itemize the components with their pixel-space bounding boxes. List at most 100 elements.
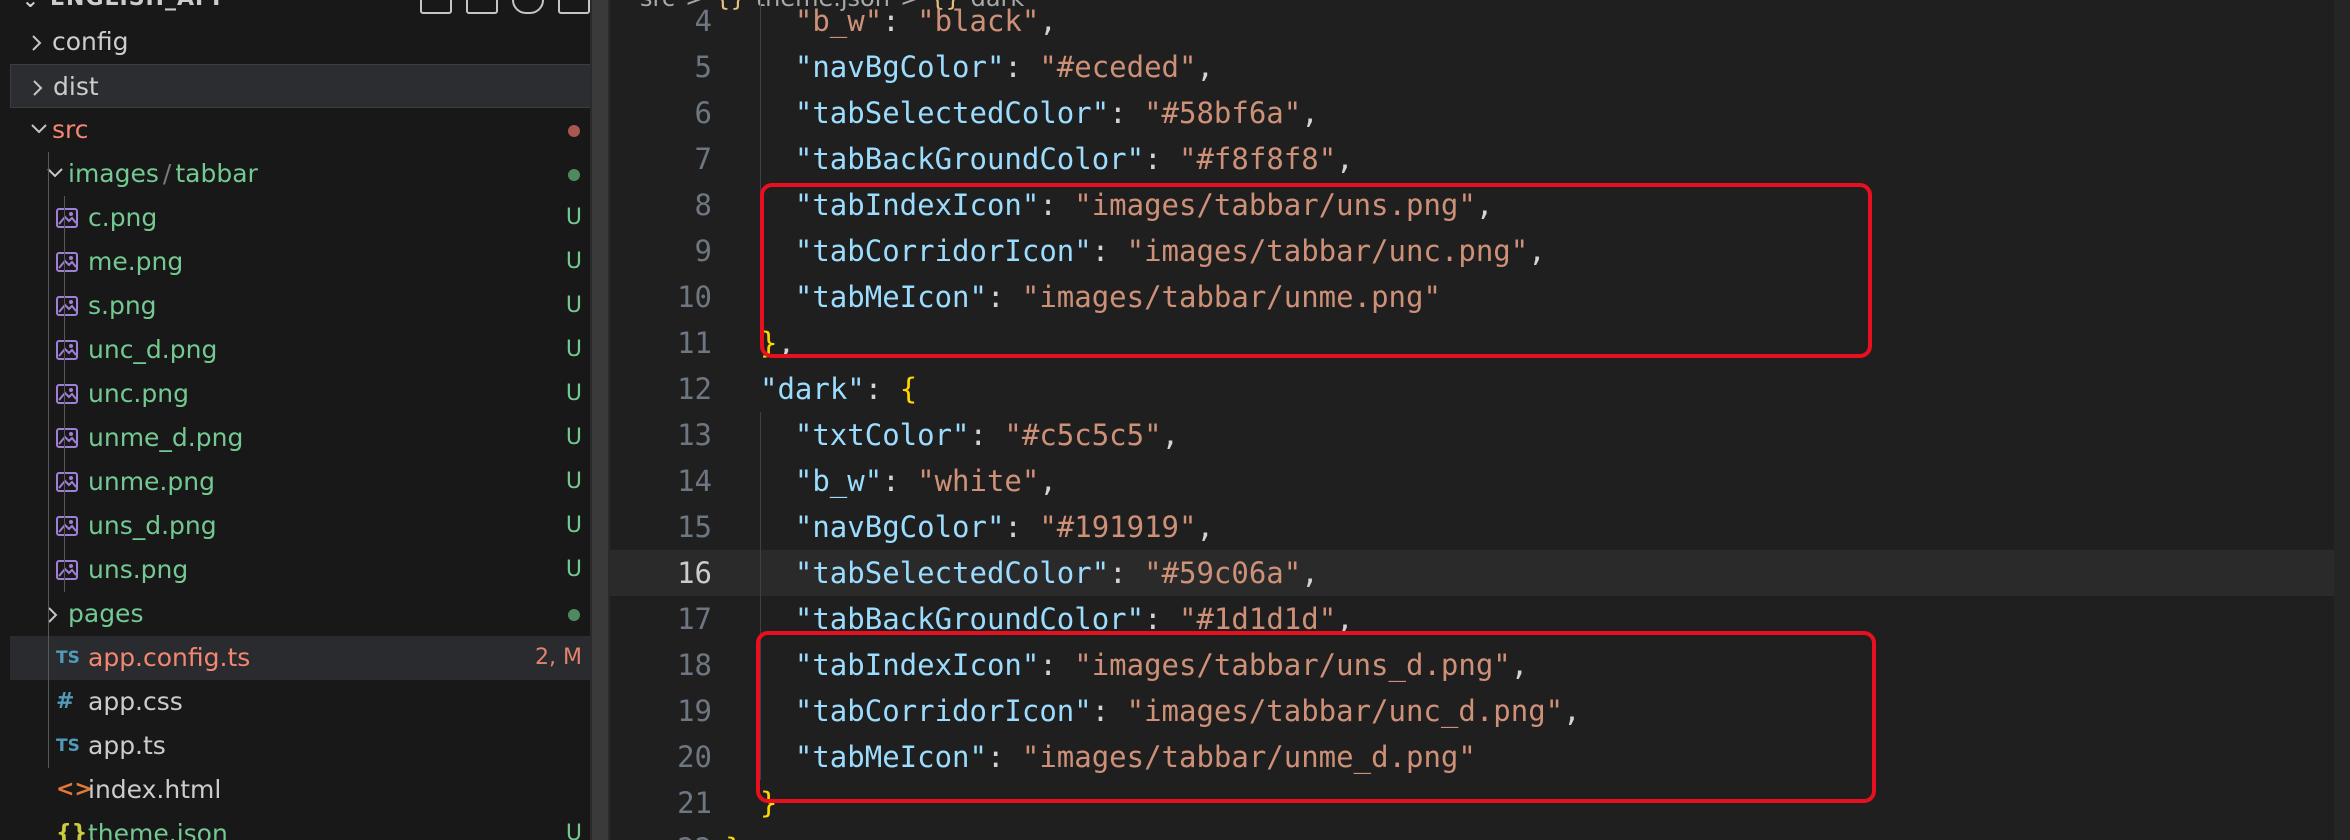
json-string: "#c5c5c5" [1004,418,1162,452]
line-number: 9 [694,234,712,268]
code-line[interactable]: 16 "tabSelectedColor": "#59c06a", [610,550,2350,596]
json-key: "tabSelectedColor" [794,556,1110,590]
tree-item[interactable]: unc.png U [10,372,610,416]
line-number: 19 [677,694,712,728]
tree-item-name: theme.json [88,819,228,840]
json-punctuation: : [969,418,1005,452]
refresh-icon[interactable] [512,0,544,14]
json-punctuation: : [864,372,900,406]
tree-item[interactable]: TS app.config.ts 2, M [10,636,610,680]
git-status-dot [568,169,580,181]
tree-item-name-part: tabbar [175,159,258,188]
tree-item-label: config [52,20,129,64]
json-punctuation: : [1109,556,1145,590]
tree-item-label: unme.png [88,460,215,504]
code-text: } [725,826,742,840]
explorer-header[interactable]: ⌄ ENGLISH_APP [0,0,610,22]
tree-item[interactable]: c.png U [10,196,610,240]
git-status-badge: U [565,293,582,318]
tree-item-label: unc.png [88,372,189,416]
code-line[interactable]: 4 "b_w": "black", [610,0,2350,44]
git-status-dot [568,125,580,137]
tree-item-label: unc_d.png [88,328,217,372]
git-status-badge: U [565,557,582,582]
tree-item[interactable]: pages [10,592,610,636]
tree-item[interactable]: s.png U [10,284,610,328]
code-line[interactable]: 6 "tabSelectedColor": "#58bf6a", [610,90,2350,136]
json-punctuation: , [1196,510,1214,544]
tree-item[interactable]: TS app.ts [10,724,610,768]
code-line[interactable]: 15 "navBgColor": "#191919", [610,504,2350,550]
tree-item-name: app.config.ts [88,643,251,672]
tree-item[interactable]: uns.png U [10,548,610,592]
new-folder-icon[interactable] [466,0,498,14]
css-file-icon: # [56,689,75,714]
collapse-all-icon[interactable] [558,0,590,14]
tree-item-name: me.png [88,247,184,276]
scrollbar-thumb[interactable] [592,0,608,840]
json-punctuation: : [882,4,918,38]
code-text: "dark": { [760,366,917,412]
tree-item[interactable]: dist [10,64,610,108]
git-status-badge: 2, M [535,645,582,670]
tree-item-label: pages [68,592,143,636]
git-status-badge: U [565,249,582,274]
tree-item[interactable]: images / tabbar [10,152,610,196]
json-key: "b_w" [794,464,883,498]
line-number: 14 [677,464,712,498]
code-editor[interactable]: src>{}theme.json>{}dark 4"b_w": "black",… [610,0,2350,840]
tree-item[interactable]: me.png U [10,240,610,284]
git-status-badge: U [565,425,582,450]
indent-guide [48,152,49,768]
new-file-icon[interactable] [420,0,452,14]
tree-item[interactable]: config [10,20,610,64]
typescript-file-icon: TS [56,648,80,668]
tree-item-label: index.html [88,768,221,812]
tree-item[interactable]: # app.css [10,680,610,724]
json-key: "navBgColor" [794,50,1005,84]
tree-item-label: unme_d.png [88,416,243,460]
tree-item[interactable]: <> index.html [10,768,610,812]
json-key: "txtColor" [794,418,970,452]
tree-item-label: uns_d.png [88,504,217,548]
json-punctuation: , [1196,50,1214,84]
tree-item[interactable]: unme.png U [10,460,610,504]
code-line[interactable]: 22} [610,826,2350,840]
tree-item-name: unc.png [88,379,189,408]
explorer-actions [420,0,600,16]
line-number: 5 [694,50,712,84]
json-key: "dark" [760,372,865,406]
tree-item-name: unc_d.png [88,335,218,364]
chevron-down-icon[interactable] [30,108,50,152]
tree-item-label: app.ts [88,724,166,768]
code-line[interactable]: 12 "dark": { [610,366,2350,412]
tree-item[interactable]: unc_d.png U [10,328,610,372]
json-punctuation: , [1301,556,1319,590]
json-punctuation: : [1004,50,1040,84]
json-key: "tabSelectedColor" [794,96,1110,130]
json-punctuation: : [1144,142,1180,176]
code-line[interactable]: 13 "txtColor": "#c5c5c5", [610,412,2350,458]
sidebar-scrollbar[interactable] [590,0,610,840]
editor-scrollbar[interactable] [2334,0,2350,840]
tree-item[interactable]: {} theme.json U [10,812,610,840]
line-number: 21 [677,786,712,820]
chevron-right-icon[interactable] [46,592,66,636]
typescript-file-icon: TS [56,736,80,756]
code-line[interactable]: 7 "tabBackGroundColor": "#f8f8f8", [610,136,2350,182]
chevron-down-icon[interactable] [46,152,66,196]
tree-item-label: dist [53,65,99,109]
tree-item[interactable]: uns_d.png U [10,504,610,548]
workspace-title: ENGLISH_APP [50,0,229,11]
json-punctuation: , [1039,464,1057,498]
chevron-down-icon[interactable]: ⌄ [22,0,39,12]
code-line[interactable]: 5 "navBgColor": "#eceded", [610,44,2350,90]
code-line[interactable]: 14 "b_w": "white", [610,458,2350,504]
line-number: 4 [694,4,712,38]
tree-item[interactable]: unme_d.png U [10,416,610,460]
chevron-right-icon[interactable] [31,65,51,109]
chevron-right-icon[interactable] [30,20,50,64]
tree-item-name: app.ts [88,731,166,760]
tree-item-name: config [52,27,129,56]
tree-item[interactable]: src [10,108,610,152]
